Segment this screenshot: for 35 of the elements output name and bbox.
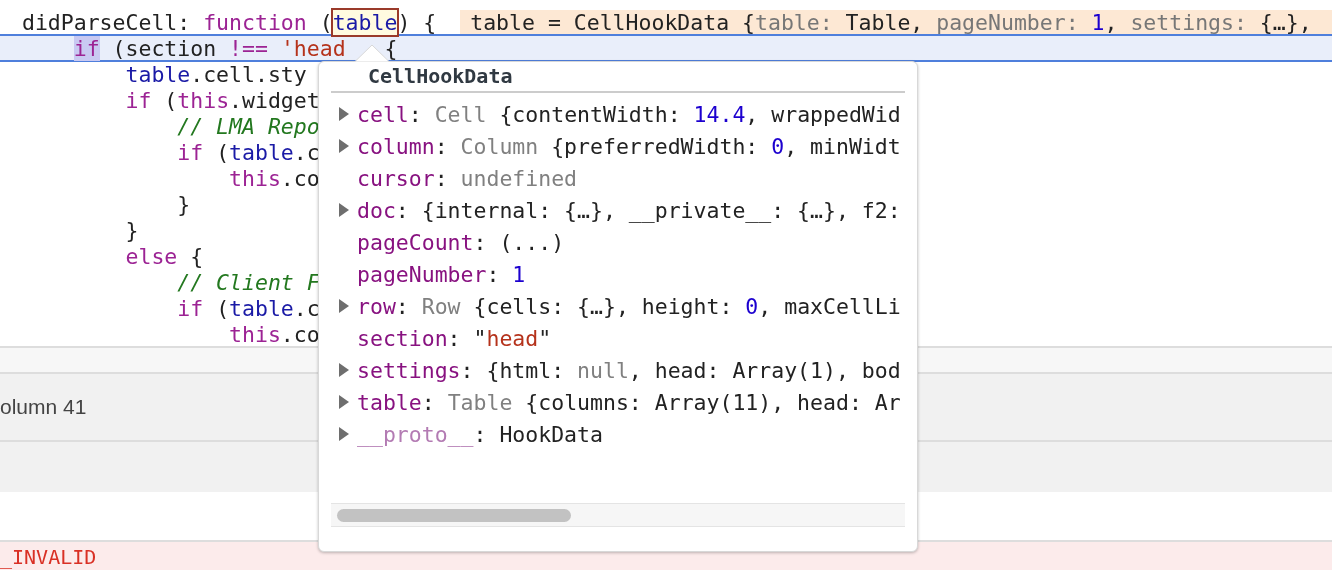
cursor-position: olumn 41 [0,395,87,419]
code-line: if (table.c [176,139,320,165]
expand-triangle-icon[interactable] [339,395,349,409]
expand-triangle-icon[interactable] [339,299,349,313]
code-line: this.co [228,165,320,191]
property-entry[interactable]: column: Column {preferredWidth: 0, minWidt [357,133,901,159]
scrollbar[interactable] [331,503,905,527]
expand-triangle-icon[interactable] [339,203,349,217]
code-line: if (this.widget [124,87,320,113]
property-entry[interactable]: pageNumber: 1 [357,261,526,287]
property-entry[interactable]: pageCount: (...) [357,229,565,255]
code-line: if (table.c [176,295,320,321]
code-line: table.cell.sty [124,61,307,87]
property-entry[interactable]: cell: Cell {contentWidth: 14.4, wrappedWid [357,101,901,127]
expand-triangle-icon[interactable] [339,107,349,121]
property-entry[interactable]: table: Table {columns: Array(11), head: Ar [357,389,901,415]
property-entry[interactable]: row: Row {cells: {…}, height: 0, maxCellLi [357,293,901,319]
inline-value: table = CellHookData {table: Table, pageNumber: 1, settings: {…}, [460,10,1332,34]
expand-triangle-icon[interactable] [339,139,349,153]
property-entry[interactable]: __proto__: HookData [357,421,603,447]
property-entry[interactable]: doc: {internal: {…}, __private__: {…}, f2: [357,197,901,223]
property-entry[interactable]: cursor: undefined [357,165,578,191]
code-line: // LMA Repo [176,113,320,139]
code-line: this.co [228,321,320,347]
code-line: else { [124,243,204,269]
error-message: _INVALID [0,544,97,570]
popover-title: CellHookData [367,63,514,89]
code-line: if (section !== 'head { [72,35,398,61]
expand-triangle-icon[interactable] [339,427,349,441]
code-line: } [124,217,139,243]
property-entry[interactable]: section: "head" [357,325,552,351]
code-line: } [176,191,191,217]
expand-triangle-icon[interactable] [339,363,349,377]
code-line: didParseCell: function (table) { [20,9,437,35]
property-entry[interactable]: settings: {html: null, head: Array(1), bod [357,357,901,383]
